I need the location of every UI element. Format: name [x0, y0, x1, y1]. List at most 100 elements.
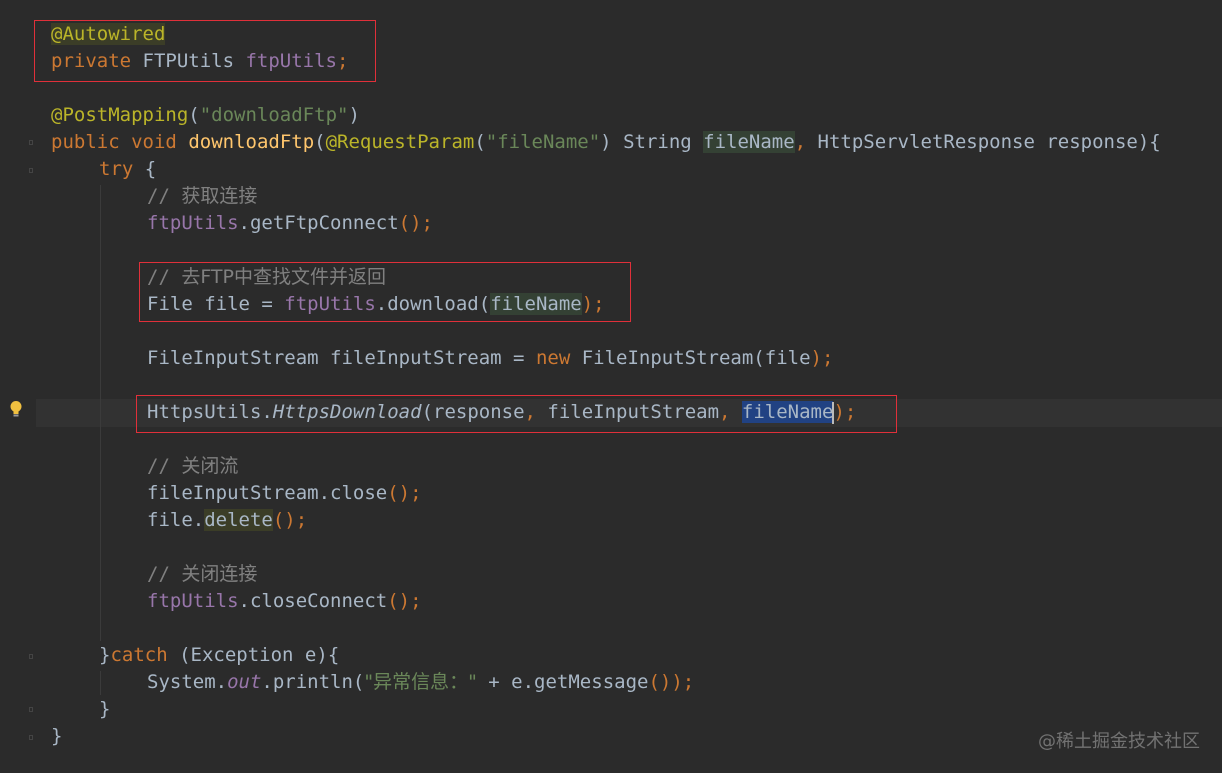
- code-line-27[interactable]: }: [51, 723, 62, 750]
- code-line-13[interactable]: FileInputStream fileInputStream = new Fi…: [147, 345, 833, 372]
- code-line-21[interactable]: // 关闭连接: [147, 561, 257, 588]
- comment-find-file: 去FTP中查找文件并返回: [181, 266, 386, 288]
- string-file-name[interactable]: "fileName": [486, 131, 600, 153]
- brace: }: [99, 644, 111, 666]
- constructor-fis[interactable]: FileInputStream: [570, 347, 754, 369]
- watermark: @稀土掘金技术社区: [1038, 731, 1200, 752]
- paren: (: [478, 293, 491, 315]
- type-string[interactable]: String: [612, 131, 704, 153]
- indent-guide: [100, 671, 101, 695]
- keyword-try[interactable]: try: [99, 158, 133, 180]
- class-https-utils[interactable]: HttpsUtils.: [147, 401, 273, 423]
- code-line-6[interactable]: try {: [99, 156, 156, 183]
- comment-slash: //: [147, 563, 182, 585]
- code-line-17[interactable]: // 关闭流: [147, 453, 238, 480]
- paren: (: [474, 131, 486, 153]
- code-line-25[interactable]: System.out.println("异常信息：" + e.getMessag…: [147, 669, 694, 696]
- signature-close: ){: [1137, 131, 1161, 153]
- annotation-postmapping[interactable]: @PostMapping: [51, 104, 188, 126]
- call-end: ());: [648, 671, 695, 693]
- fold-marker-icon[interactable]: [29, 735, 33, 740]
- arg-file-name-selected[interactable]: fileName: [741, 401, 834, 423]
- method-https-download[interactable]: HttpsDownload: [273, 401, 422, 423]
- keyword-new[interactable]: new: [536, 347, 570, 369]
- comma: ,: [524, 401, 536, 423]
- arg-file[interactable]: file: [765, 347, 811, 369]
- keyword-private[interactable]: private: [51, 50, 131, 72]
- annotation-request-param[interactable]: @RequestParam: [326, 131, 475, 153]
- code-line-26[interactable]: }: [99, 696, 110, 723]
- method-fis-close[interactable]: fileInputStream.close: [147, 482, 387, 504]
- comment-slash: //: [147, 185, 182, 207]
- fold-marker-icon[interactable]: [29, 168, 33, 173]
- fold-marker-icon[interactable]: [29, 654, 33, 659]
- method-println[interactable]: .println: [261, 671, 353, 693]
- param-file-name[interactable]: fileName: [703, 131, 795, 153]
- file-declaration[interactable]: File file =: [147, 293, 284, 315]
- code-line-5[interactable]: public void downloadFtp(@RequestParam("f…: [51, 129, 1161, 156]
- call-end: ();: [272, 509, 308, 531]
- fold-marker-icon[interactable]: [29, 140, 33, 145]
- comment-get-connection: 获取连接: [181, 185, 258, 207]
- param-response[interactable]: HttpServletResponse response: [806, 131, 1138, 153]
- paren: (: [352, 671, 365, 693]
- paren: ): [600, 131, 612, 153]
- field-ftputils[interactable]: ftpUtils: [245, 50, 337, 72]
- code-editor[interactable]: @Autowired private FTPUtils ftpUtils; @P…: [0, 0, 1222, 773]
- var-file[interactable]: file.: [147, 509, 204, 531]
- method-download-ftp[interactable]: downloadFtp: [188, 131, 314, 153]
- exception-declaration[interactable]: (Exception e): [168, 644, 328, 666]
- arg-file-input-stream[interactable]: fileInputStream: [536, 401, 719, 423]
- fold-marker-icon[interactable]: [29, 707, 33, 712]
- code-line-24[interactable]: }catch (Exception e){: [99, 642, 339, 669]
- code-line-22[interactable]: ftpUtils.closeConnect();: [147, 588, 422, 615]
- code-line-19[interactable]: file.delete();: [147, 507, 307, 534]
- comment-close-connection: 关闭连接: [181, 563, 258, 585]
- brace: {: [133, 158, 157, 180]
- code-line-1[interactable]: @Autowired: [51, 21, 166, 48]
- paren: (: [188, 104, 200, 126]
- field-out[interactable]: out: [227, 671, 261, 693]
- keyword-catch[interactable]: catch: [110, 644, 167, 666]
- method-close-connect[interactable]: .closeConnect: [239, 590, 388, 612]
- field-ftputils[interactable]: ftpUtils: [147, 212, 239, 234]
- method-download[interactable]: .download: [376, 293, 479, 315]
- code-line-2[interactable]: private FTPUtils ftpUtils;: [51, 48, 348, 75]
- semicolon: ;: [336, 50, 349, 72]
- field-ftputils[interactable]: ftpUtils: [147, 590, 239, 612]
- code-line-7[interactable]: // 获取连接: [147, 183, 257, 210]
- call-end: ();: [387, 590, 422, 612]
- field-ftputils[interactable]: ftpUtils: [284, 293, 376, 315]
- code-line-18[interactable]: fileInputStream.close();: [147, 480, 422, 507]
- method-delete[interactable]: delete: [204, 509, 273, 531]
- code-line-11[interactable]: File file = ftpUtils.download(fileName);: [147, 291, 605, 318]
- keyword-void[interactable]: void: [131, 131, 177, 153]
- fis-declaration[interactable]: FileInputStream fileInputStream =: [147, 347, 536, 369]
- comma: ,: [794, 131, 807, 153]
- code-line-15[interactable]: HttpsUtils.HttpsDownload(response, fileI…: [147, 399, 856, 426]
- method-get-message[interactable]: + e.getMessage: [477, 671, 648, 693]
- string-download-ftp[interactable]: "downloadFtp": [200, 104, 349, 126]
- call-end: ();: [387, 482, 422, 504]
- keyword-public[interactable]: public: [51, 131, 120, 153]
- annotation-autowired[interactable]: @Autowired: [51, 23, 166, 45]
- arg-file-name[interactable]: fileName: [490, 293, 582, 315]
- arg-response[interactable]: response: [433, 401, 525, 423]
- paren: (: [421, 401, 434, 423]
- code-line-10[interactable]: // 去FTP中查找文件并返回: [147, 264, 386, 291]
- brace: }: [51, 725, 63, 747]
- call-close: );: [810, 347, 834, 369]
- call-close: );: [581, 293, 605, 315]
- class-system[interactable]: System.: [147, 671, 227, 693]
- editor-gutter[interactable]: [0, 0, 36, 773]
- lightbulb-icon[interactable]: [9, 400, 23, 418]
- type-ftputils[interactable]: FTPUtils: [131, 50, 245, 72]
- string-error-info[interactable]: "异常信息：": [364, 671, 476, 693]
- call-close: );: [833, 401, 857, 423]
- brace: }: [99, 698, 111, 720]
- code-line-4[interactable]: @PostMapping("downloadFtp"): [51, 102, 360, 129]
- code-line-8[interactable]: ftpUtils.getFtpConnect();: [147, 210, 433, 237]
- method-get-ftp-connect[interactable]: .getFtpConnect: [239, 212, 399, 234]
